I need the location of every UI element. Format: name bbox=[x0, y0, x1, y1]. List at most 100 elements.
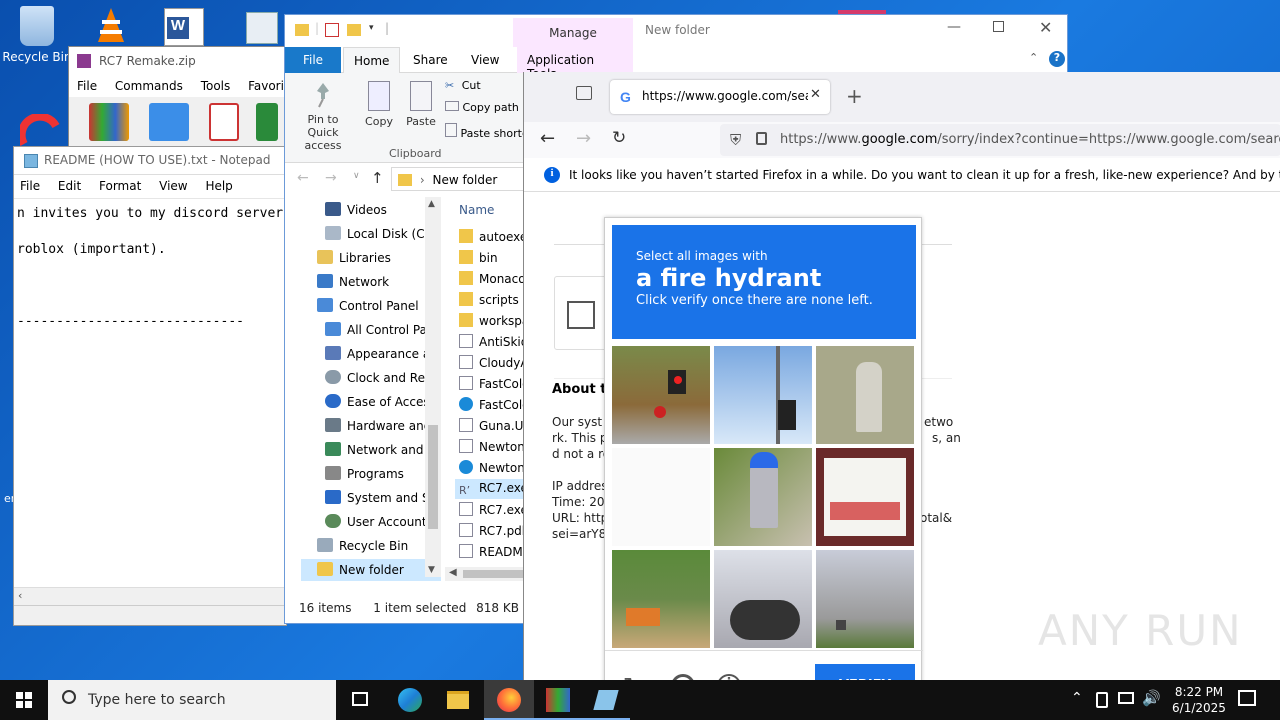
chrome-like-icon[interactable] bbox=[17, 112, 60, 146]
winrar-menu-commands[interactable]: Commands bbox=[115, 79, 183, 93]
start-button[interactable] bbox=[0, 680, 48, 720]
nav-item-all-control-panel-items[interactable]: All Control Panel Items bbox=[325, 319, 441, 341]
word-doc-icon[interactable]: W bbox=[164, 8, 204, 46]
list-item[interactable]: Newtonsoft.Json bbox=[459, 437, 525, 457]
list-item[interactable]: bin bbox=[459, 248, 498, 268]
list-item[interactable]: CloudyApi bbox=[459, 353, 525, 373]
winrar-extract-button[interactable] bbox=[148, 103, 189, 141]
new-tab-icon[interactable]: + bbox=[846, 84, 863, 108]
nav-item-new-folder[interactable]: New folder bbox=[301, 559, 441, 581]
list-item[interactable]: Newtonsoft.Json bbox=[459, 458, 525, 478]
taskbar-file-explorer[interactable] bbox=[434, 680, 482, 720]
pin-to-quick-access-button[interactable]: Pin to Quick access bbox=[291, 81, 355, 152]
nav-vertical-scrollbar[interactable]: ▲ ▼ bbox=[425, 197, 441, 577]
volume-icon[interactable]: 🔊 bbox=[1142, 689, 1161, 707]
nav-item-ease-of-access[interactable]: Ease of Access bbox=[325, 391, 436, 413]
nav-item-libraries[interactable]: Libraries bbox=[317, 247, 391, 269]
nav-item-videos[interactable]: Videos bbox=[325, 199, 387, 221]
paste-shortcut-button[interactable]: Paste shortcut bbox=[445, 123, 523, 140]
back-arrow-icon[interactable]: ← bbox=[297, 170, 309, 186]
notepad-menu-edit[interactable]: Edit bbox=[58, 179, 81, 193]
url-bar[interactable]: ⛨ https://www.google.com/sorry/index?con… bbox=[720, 124, 1280, 156]
notepad-text-area[interactable]: n invites you to my discord server roblo… bbox=[14, 199, 286, 331]
tab-home[interactable]: Home bbox=[343, 47, 401, 73]
new-folder-icon[interactable] bbox=[347, 24, 361, 36]
nav-item-programs[interactable]: Programs bbox=[325, 463, 404, 485]
scroll-down-icon[interactable]: ▼ bbox=[428, 565, 435, 575]
captcha-tile-1[interactable] bbox=[612, 346, 710, 444]
close-icon[interactable]: ✕ bbox=[1039, 18, 1052, 37]
taskbar-notepad[interactable] bbox=[582, 680, 630, 720]
manage-tab-header[interactable]: Manage bbox=[513, 18, 633, 48]
properties-icon[interactable] bbox=[325, 23, 339, 37]
network-icon[interactable] bbox=[1118, 692, 1134, 704]
forward-arrow-icon[interactable]: → bbox=[576, 128, 591, 149]
maximize-icon[interactable] bbox=[993, 21, 1004, 32]
lock-icon[interactable] bbox=[756, 132, 767, 145]
notepad-menu-format[interactable]: Format bbox=[99, 179, 141, 193]
help-icon[interactable]: ? bbox=[1049, 51, 1065, 67]
browser-tab[interactable]: G https://www.google.com/search ✕ bbox=[610, 80, 830, 114]
clock[interactable]: 8:22 PM 6/1/2025 bbox=[1160, 684, 1238, 716]
nav-item-network[interactable]: Network bbox=[317, 271, 389, 293]
list-item[interactable]: Guna.UI2 bbox=[459, 416, 525, 436]
notifications-icon[interactable] bbox=[1238, 690, 1256, 706]
nav-item-system-security[interactable]: System and Security bbox=[325, 487, 441, 509]
winrar-menu-file[interactable]: File bbox=[77, 79, 97, 93]
recaptcha-checkbox[interactable] bbox=[567, 301, 595, 329]
back-arrow-icon[interactable]: ← bbox=[540, 128, 555, 149]
quick-access-dropdown-icon[interactable]: ▾ bbox=[369, 23, 374, 33]
captcha-tile-8[interactable] bbox=[714, 550, 812, 648]
nav-item-network-internet[interactable]: Network and Internet bbox=[325, 439, 441, 461]
forward-arrow-icon[interactable]: → bbox=[325, 170, 337, 186]
list-item[interactable]: FastColoredTextBox bbox=[459, 374, 525, 394]
tab-application-tools[interactable]: Application Tools bbox=[517, 47, 633, 81]
list-item[interactable]: AntiSkid bbox=[459, 332, 525, 352]
list-item[interactable]: RC7.pdb bbox=[459, 521, 525, 541]
scrollbar-thumb[interactable] bbox=[428, 425, 438, 529]
tab-share[interactable]: Share bbox=[403, 47, 458, 73]
winrar-view-button[interactable] bbox=[256, 103, 279, 141]
list-item[interactable]: README bbox=[459, 542, 525, 562]
scroll-up-icon[interactable]: ▲ bbox=[428, 199, 435, 209]
tab-close-icon[interactable]: ✕ bbox=[810, 87, 821, 102]
list-item[interactable]: scripts bbox=[459, 290, 519, 310]
list-item[interactable]: RC7.exe.config bbox=[459, 500, 525, 520]
captcha-tile-5[interactable] bbox=[714, 448, 812, 546]
taskbar-winrar[interactable] bbox=[534, 680, 582, 720]
captcha-tile-3[interactable] bbox=[816, 346, 914, 444]
captcha-tile-6[interactable] bbox=[816, 448, 914, 546]
nav-item-control-panel[interactable]: Control Panel bbox=[317, 295, 419, 317]
scroll-left-icon[interactable]: ◀ bbox=[449, 567, 457, 578]
notepad-menu-file[interactable]: File bbox=[20, 179, 40, 193]
captcha-tile-4[interactable] bbox=[612, 448, 710, 546]
vlc-icon[interactable] bbox=[96, 8, 126, 44]
winrar-test-button[interactable] bbox=[208, 103, 239, 141]
scrollbar-thumb[interactable] bbox=[463, 570, 523, 578]
image-file-icon[interactable] bbox=[246, 12, 278, 44]
notepad-horizontal-scrollbar[interactable]: ‹ bbox=[14, 587, 286, 605]
winrar-menu-tools[interactable]: Tools bbox=[201, 79, 231, 93]
minimize-icon[interactable]: — bbox=[947, 19, 961, 35]
list-item[interactable]: FastColoredTextBox bbox=[459, 395, 525, 415]
nav-item-clock-region[interactable]: Clock and Region bbox=[325, 367, 441, 389]
list-item[interactable]: workspace bbox=[459, 311, 525, 331]
desktop-icon-recycle-bin[interactable]: Recycle Bin bbox=[2, 6, 72, 64]
shield-icon[interactable]: ⛨ bbox=[730, 131, 741, 149]
address-bar[interactable]: › New folder bbox=[391, 167, 525, 191]
tab-view[interactable]: View bbox=[461, 47, 509, 73]
device-icon[interactable] bbox=[1096, 692, 1108, 708]
paste-button[interactable]: Paste bbox=[403, 81, 439, 128]
task-view-button[interactable] bbox=[336, 680, 384, 720]
up-arrow-icon[interactable]: ↑ bbox=[371, 169, 384, 187]
nav-item-appearance[interactable]: Appearance and Personalization bbox=[325, 343, 441, 365]
list-item[interactable]: Monaco bbox=[459, 269, 525, 289]
nav-item-user-accounts[interactable]: User Accounts bbox=[325, 511, 433, 533]
list-item-selected[interactable]: R’ RC7.exe bbox=[455, 479, 525, 499]
captcha-tile-7[interactable] bbox=[612, 550, 710, 648]
notepad-menu-view[interactable]: View bbox=[159, 179, 187, 193]
collapse-ribbon-icon[interactable]: ⌃ bbox=[1029, 51, 1038, 64]
taskbar-edge[interactable] bbox=[386, 680, 434, 720]
nav-item-local-disk[interactable]: Local Disk (C:) bbox=[325, 223, 433, 245]
taskbar-firefox[interactable] bbox=[484, 680, 534, 720]
